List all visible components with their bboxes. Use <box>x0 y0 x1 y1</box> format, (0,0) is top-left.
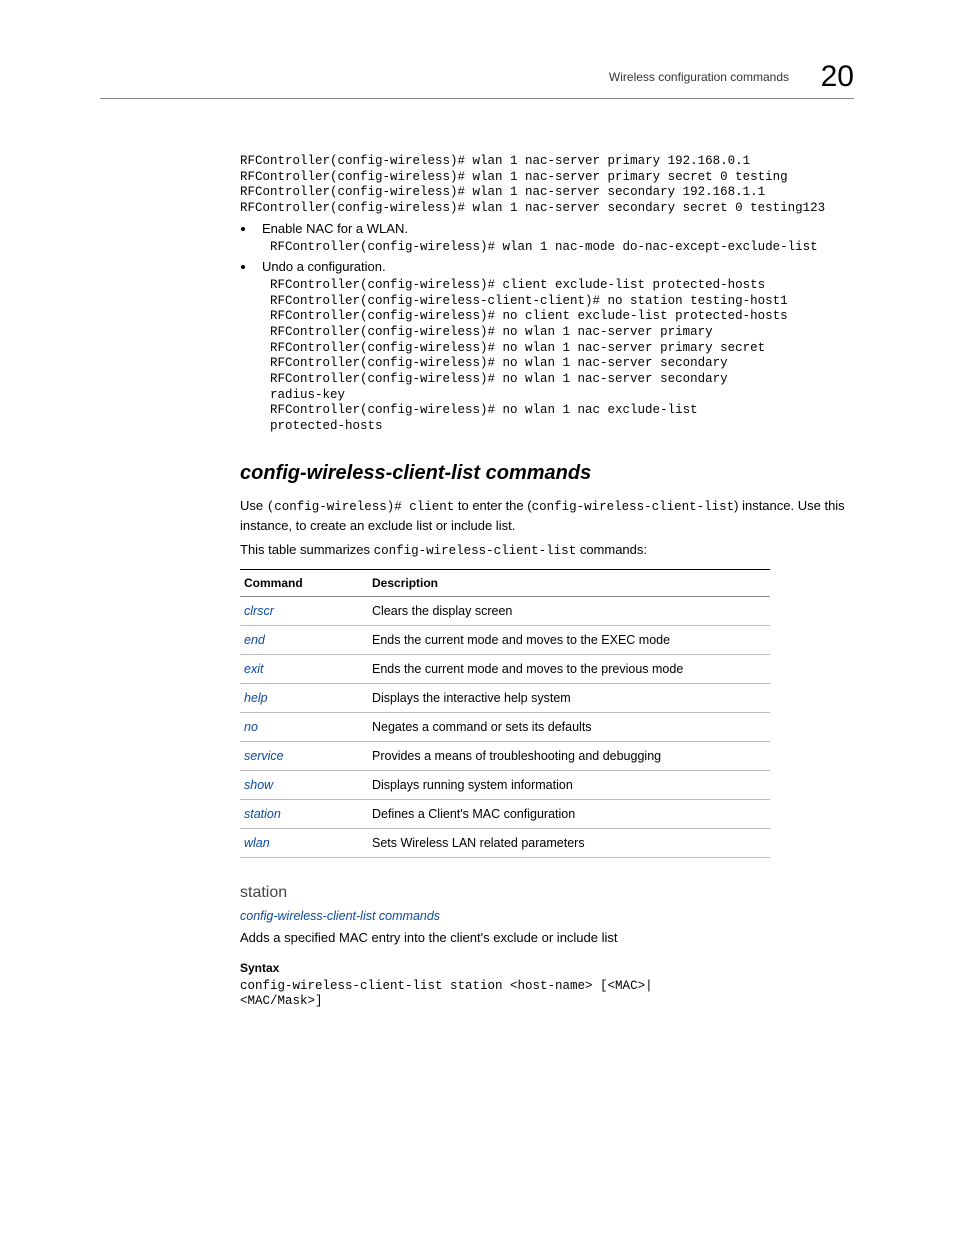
cmd-desc: Provides a means of troubleshooting and … <box>368 741 770 770</box>
intro-text: Use <box>240 498 267 513</box>
code-block-nac-mode: RFController(config-wireless)# wlan 1 na… <box>270 240 854 256</box>
table-row: show Displays running system information <box>240 770 770 799</box>
bullet-undo-config: Undo a configuration. <box>262 259 386 274</box>
table-row: help Displays the interactive help syste… <box>240 683 770 712</box>
col-command: Command <box>240 569 368 596</box>
cmd-link[interactable]: show <box>240 770 368 799</box>
code-block-undo: RFController(config-wireless)# client ex… <box>270 278 854 434</box>
section-heading: config-wireless-client-list commands <box>240 462 854 485</box>
table-row: exit Ends the current mode and moves to … <box>240 654 770 683</box>
cmd-link[interactable]: station <box>240 799 368 828</box>
subsection-desc: Adds a specified MAC entry into the clie… <box>240 929 854 947</box>
cmd-desc: Defines a Client's MAC configuration <box>368 799 770 828</box>
intro-code-2: config-wireless-client-list <box>532 500 735 514</box>
cmd-link[interactable]: no <box>240 712 368 741</box>
cmd-link[interactable]: exit <box>240 654 368 683</box>
list-item: Enable NAC for a WLAN. RFController(conf… <box>256 221 854 256</box>
syntax-code-block: config-wireless-client-list station <hos… <box>240 979 854 1010</box>
cmd-link[interactable]: service <box>240 741 368 770</box>
col-description: Description <box>368 569 770 596</box>
cmd-link[interactable]: wlan <box>240 828 368 857</box>
cmd-desc: Displays running system information <box>368 770 770 799</box>
cmd-link[interactable]: clrscr <box>240 596 368 625</box>
summary-post: commands: <box>576 542 647 557</box>
cmd-desc: Negates a command or sets its defaults <box>368 712 770 741</box>
bullet-enable-nac: Enable NAC for a WLAN. <box>262 221 408 236</box>
page: Wireless configuration commands 20 RFCon… <box>0 0 954 1235</box>
code-block-nac-server: RFController(config-wireless)# wlan 1 na… <box>240 154 854 217</box>
cmd-desc: Sets Wireless LAN related parameters <box>368 828 770 857</box>
content-area: RFController(config-wireless)# wlan 1 na… <box>240 154 854 1010</box>
intro-text: to enter the ( <box>454 498 531 513</box>
table-row: station Defines a Client's MAC configura… <box>240 799 770 828</box>
intro-code-1: (config-wireless)# client <box>267 500 455 514</box>
command-table: Command Description clrscr Clears the di… <box>240 569 770 858</box>
cmd-desc: Ends the current mode and moves to the E… <box>368 625 770 654</box>
syntax-label: Syntax <box>240 961 854 975</box>
table-row: end Ends the current mode and moves to t… <box>240 625 770 654</box>
intro-paragraph: Use (config-wireless)# client to enter t… <box>240 497 854 535</box>
list-item: Undo a configuration. RFController(confi… <box>256 259 854 434</box>
crossref-link[interactable]: config-wireless-client-list commands <box>240 909 440 923</box>
table-row: wlan Sets Wireless LAN related parameter… <box>240 828 770 857</box>
table-row: service Provides a means of troubleshoot… <box>240 741 770 770</box>
cmd-link[interactable]: help <box>240 683 368 712</box>
cmd-desc: Clears the display screen <box>368 596 770 625</box>
summary-paragraph: This table summarizes config-wireless-cl… <box>240 541 854 561</box>
subsection-heading: station <box>240 884 854 902</box>
summary-pre: This table summarizes <box>240 542 374 557</box>
table-row: clrscr Clears the display screen <box>240 596 770 625</box>
table-header-row: Command Description <box>240 569 770 596</box>
summary-code: config-wireless-client-list <box>374 544 577 558</box>
table-row: no Negates a command or sets its default… <box>240 712 770 741</box>
cmd-desc: Displays the interactive help system <box>368 683 770 712</box>
header-title: Wireless configuration commands <box>609 70 789 84</box>
cmd-link[interactable]: end <box>240 625 368 654</box>
running-header: Wireless configuration commands 20 <box>100 60 854 99</box>
bullet-list: Enable NAC for a WLAN. RFController(conf… <box>240 221 854 435</box>
chapter-number: 20 <box>821 60 854 93</box>
cmd-desc: Ends the current mode and moves to the p… <box>368 654 770 683</box>
